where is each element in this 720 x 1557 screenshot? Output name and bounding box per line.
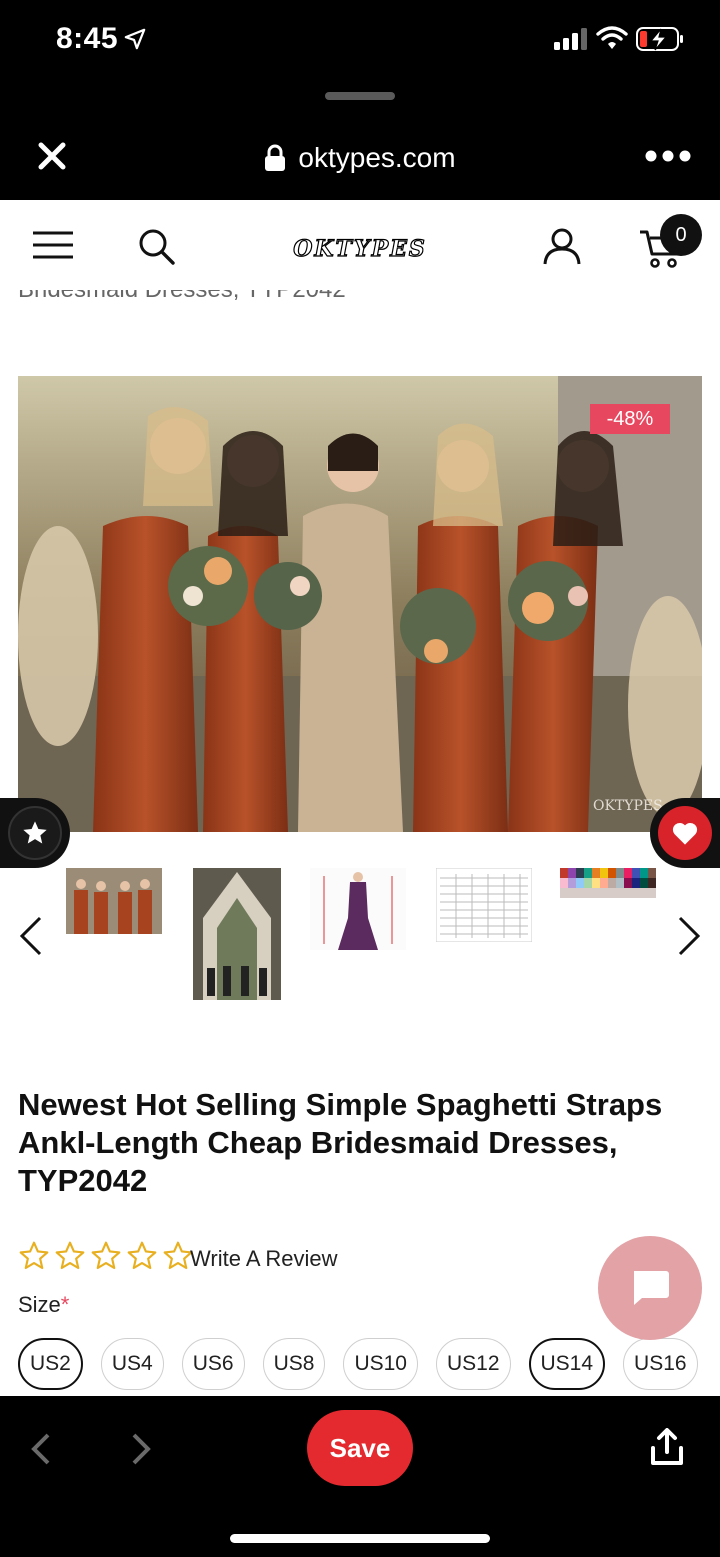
chat-bubble-icon xyxy=(634,1271,669,1305)
size-option-us4[interactable]: US4 xyxy=(100,1338,164,1390)
image-watermark: OKTYPES xyxy=(593,798,663,814)
size-option-us10[interactable]: US10 xyxy=(343,1338,418,1390)
size-option-us14[interactable]: US14 xyxy=(528,1338,606,1390)
size-option-us2[interactable]: US2 xyxy=(18,1338,83,1390)
chevron-right-icon[interactable] xyxy=(674,914,704,958)
site-header: OKTYPES 0 xyxy=(0,200,720,290)
star-outline-icon[interactable] xyxy=(18,1240,50,1272)
required-asterisk: * xyxy=(60,1292,70,1317)
battery-charging-icon xyxy=(636,27,683,51)
save-button[interactable]: Save xyxy=(307,1410,413,1486)
chapel-thumb xyxy=(193,868,281,1000)
url-text: oktypes.com xyxy=(298,142,456,173)
size-options: US2 US4 US6 US8 US10 US12 US14 US16 xyxy=(18,1338,698,1390)
size-option-us12[interactable]: US12 xyxy=(435,1338,511,1390)
forward-arrow-icon[interactable] xyxy=(128,1432,154,1466)
back-arrow-icon[interactable] xyxy=(28,1432,54,1466)
size-chart-thumb xyxy=(436,868,532,942)
heart-icon xyxy=(672,822,698,845)
rating-stars[interactable] xyxy=(18,1240,194,1274)
star-icon xyxy=(23,821,47,844)
size-option-us16[interactable]: US16 xyxy=(623,1338,698,1390)
cell-signal-icon xyxy=(554,28,587,50)
web-page: OKTYPES 0 Bridesmaid Dresses, TYP2042 xyxy=(0,200,720,1396)
thumbnail-3[interactable] xyxy=(310,868,406,950)
chat-button[interactable] xyxy=(598,1236,702,1340)
thumbnail-5[interactable] xyxy=(560,868,656,898)
write-review-link[interactable]: Write A Review xyxy=(190,1246,338,1272)
star-outline-icon[interactable] xyxy=(126,1240,158,1272)
size-label: Size* xyxy=(18,1292,69,1318)
lock-icon xyxy=(265,144,286,171)
location-arrow-icon xyxy=(124,28,146,50)
status-bar: 8:45 xyxy=(0,0,720,80)
sheet-grabber[interactable] xyxy=(325,92,395,100)
product-title: Newest Hot Selling Simple Spaghetti Stra… xyxy=(18,1087,663,1198)
browser-bottom-bar: Save xyxy=(0,1396,720,1557)
thumbnail-4[interactable] xyxy=(436,868,532,942)
purple-dress-thumb xyxy=(310,868,406,950)
address-bar[interactable]: oktypes.com xyxy=(0,138,720,178)
star-outline-icon[interactable] xyxy=(54,1240,86,1272)
favorite-star-button[interactable] xyxy=(0,798,70,868)
status-time: 8:45 xyxy=(56,22,119,55)
logo-text: OKTYPES xyxy=(293,235,427,262)
discount-badge: -48% xyxy=(590,404,670,434)
site-logo[interactable]: OKTYPES xyxy=(278,235,442,266)
share-icon[interactable] xyxy=(650,1428,684,1466)
search-icon[interactable] xyxy=(136,226,176,266)
wishlist-heart-button[interactable] xyxy=(650,798,720,868)
thumbnail-2[interactable] xyxy=(193,868,281,1000)
chevron-left-icon[interactable] xyxy=(16,914,46,958)
more-options-icon[interactable] xyxy=(644,144,692,168)
group-photo-thumb xyxy=(66,868,162,934)
size-option-us6[interactable]: US6 xyxy=(181,1338,245,1390)
browser-toolbar: oktypes.com xyxy=(0,80,720,200)
color-swatch-thumb xyxy=(560,868,656,898)
cart-count-badge: 0 xyxy=(660,214,702,256)
account-icon[interactable] xyxy=(542,226,582,266)
product-main-image[interactable]: OKTYPES xyxy=(18,376,702,832)
menu-icon[interactable] xyxy=(32,230,74,260)
wifi-icon xyxy=(596,26,628,49)
size-label-text: Size xyxy=(18,1292,61,1317)
bridesmaids-photo: OKTYPES xyxy=(18,376,702,832)
home-indicator xyxy=(230,1534,490,1543)
star-outline-icon[interactable] xyxy=(90,1240,122,1272)
size-option-us8[interactable]: US8 xyxy=(262,1338,326,1390)
thumbnail-1[interactable] xyxy=(66,868,162,934)
